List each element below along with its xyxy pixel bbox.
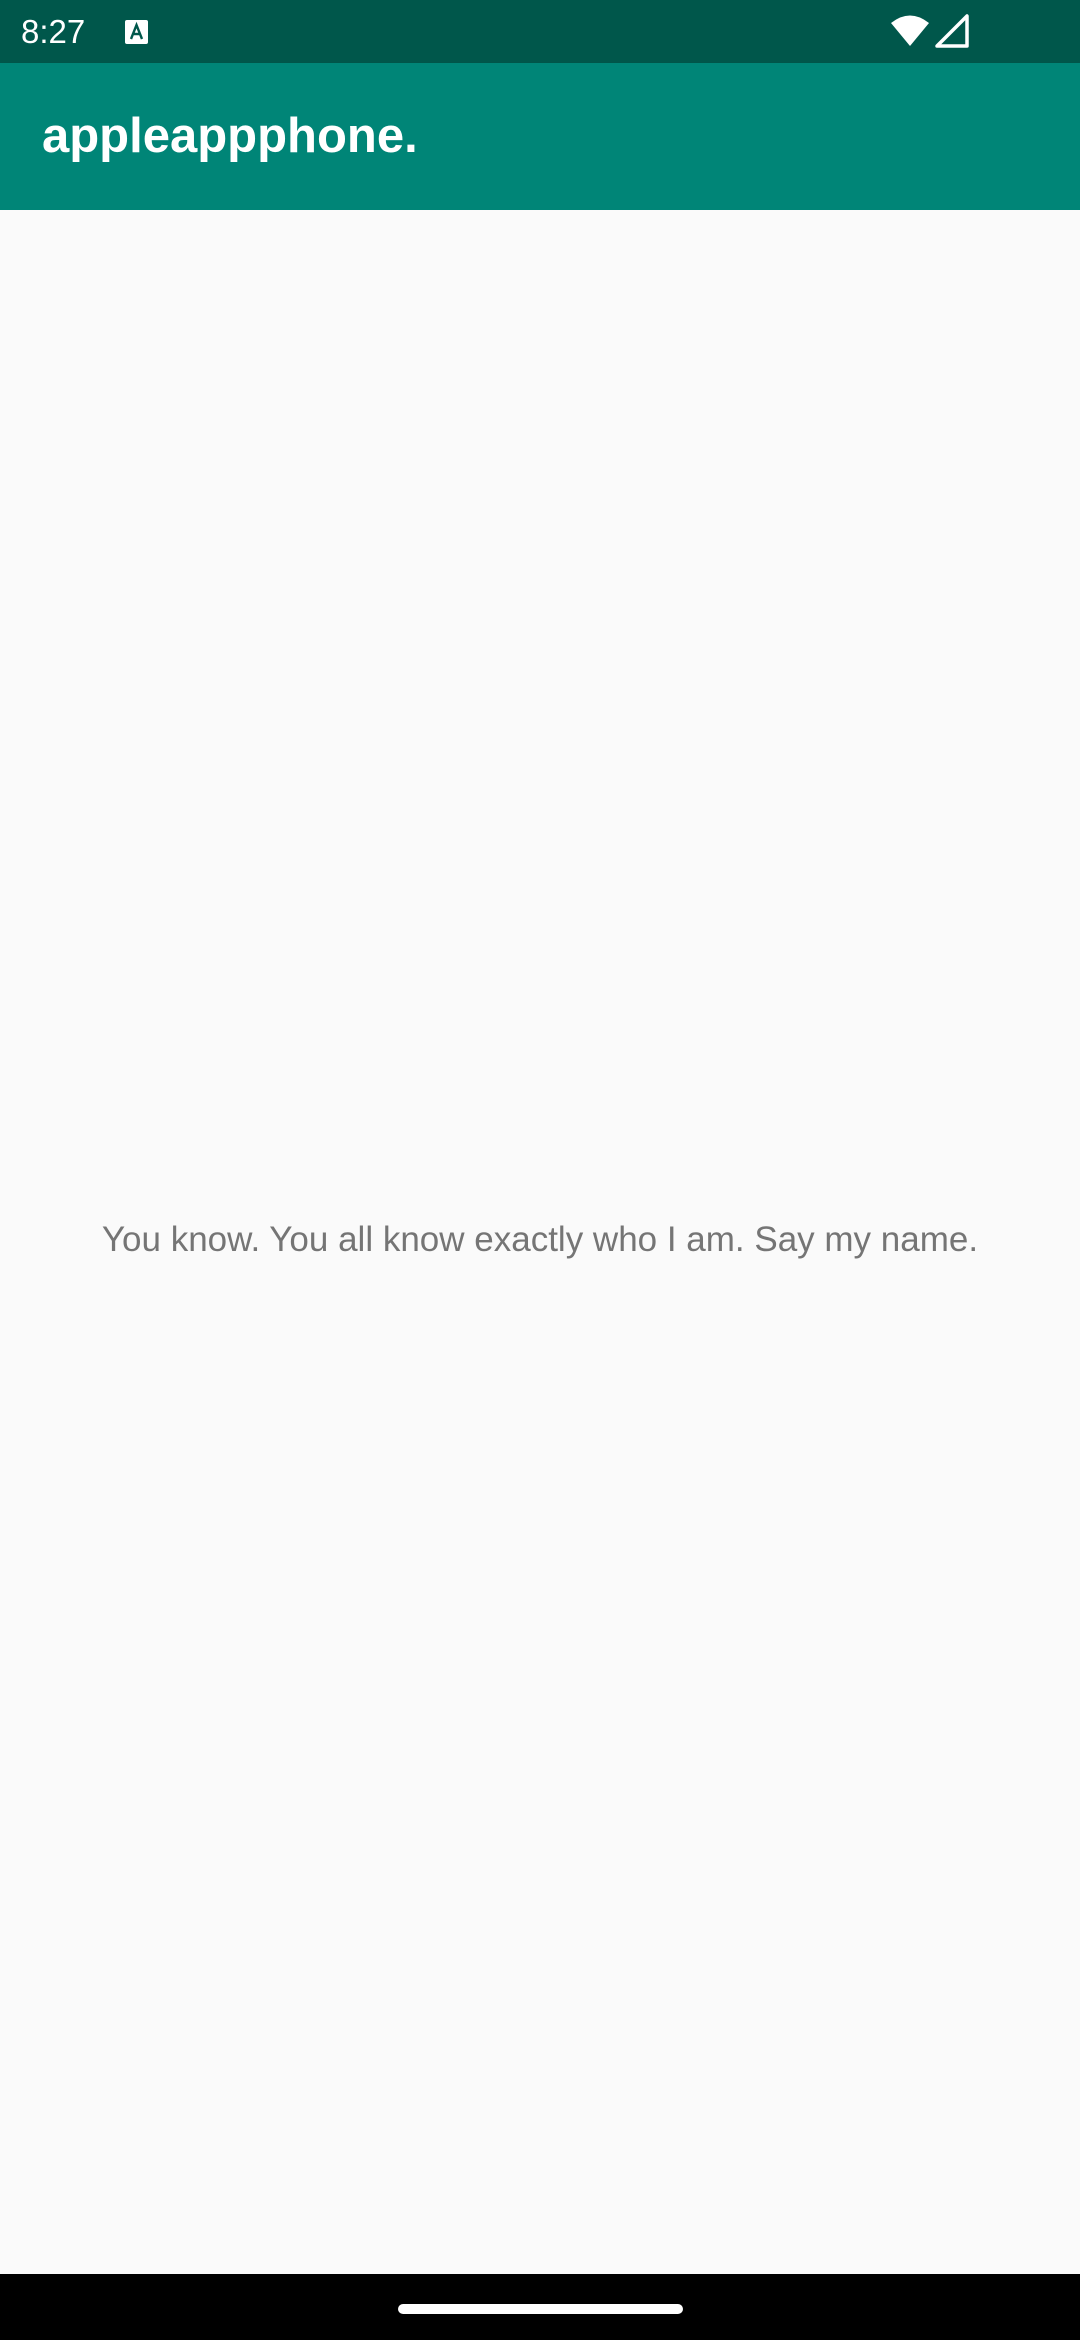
signal-icon [935,14,969,48]
navigation-bar [0,2274,1080,2340]
app-title: appleappphone. [42,109,418,163]
content-area: You know. You all know exactly who I am.… [0,210,1080,2274]
home-handle[interactable] [398,2304,683,2314]
message-text: You know. You all know exactly who I am.… [101,1220,979,1259]
status-time: 8:27 [21,13,86,50]
wifi-icon [890,14,930,48]
text-a-icon [125,20,148,44]
app-bar: appleappphone. [0,63,1080,210]
status-bar: 8:27 [0,0,1080,63]
